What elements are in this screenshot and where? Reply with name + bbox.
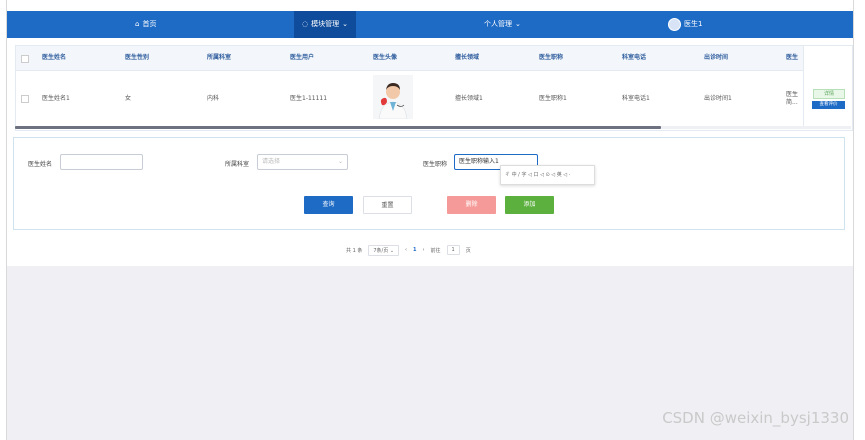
chevron-down-icon: ⌄ xyxy=(389,247,395,254)
dept-select[interactable]: 请选择 ⌄ xyxy=(257,154,348,170)
chevron-down-icon: ⌄ xyxy=(515,20,521,28)
chat-icon: ◌ xyxy=(302,20,309,28)
col-time[interactable]: 出诊时间 xyxy=(704,46,728,70)
nav-home[interactable]: ⌂ 首页 xyxy=(135,11,156,38)
current-page[interactable]: 1 xyxy=(413,247,416,253)
select-all-checkbox[interactable] xyxy=(21,55,29,63)
nav-personal[interactable]: 个人管理 ⌄ xyxy=(484,11,521,38)
horizontal-scrollbar[interactable] xyxy=(15,126,851,129)
goto-label: 前往 xyxy=(430,247,441,254)
title-input-value: 医生职称输入1 xyxy=(459,158,499,165)
cell-name: 医生姓名1 xyxy=(42,95,70,102)
col-dept[interactable]: 所属科室 xyxy=(207,46,231,70)
cell-avatar xyxy=(373,71,417,126)
name-input[interactable] xyxy=(60,154,143,170)
nav-user[interactable]: 医生1 xyxy=(668,11,702,38)
title-label: 医生职称 xyxy=(423,161,448,168)
pagination: 共 1 条 7条/页 ⌄ ‹ 1 › 前往 1 页 xyxy=(346,244,471,256)
top-navbar: ⌂ 首页 ◌ 模块管理 ⌄ 个人管理 ⌄ 医生1 xyxy=(7,11,853,38)
col-title[interactable]: 医生职称 xyxy=(539,46,563,70)
ime-candidates: ㄔ 中 / 字 ◁ 口 ◁ ⊙ ◁ 英 ◁ · xyxy=(505,172,571,178)
pager-total: 共 1 条 xyxy=(346,247,363,254)
name-label: 医生姓名 xyxy=(28,161,53,168)
ime-candidate-bar[interactable]: ㄔ 中 / 字 ◁ 口 ◁ ⊙ ◁ 英 ◁ · xyxy=(500,165,595,185)
user-name: 医生1 xyxy=(684,20,703,28)
col-field[interactable]: 擅长领域 xyxy=(455,46,479,70)
cell-phone: 科室电话1 xyxy=(622,95,650,102)
cell-gender: 女 xyxy=(125,95,132,102)
chevron-down-icon: ⌄ xyxy=(337,158,343,165)
goto-input[interactable]: 1 xyxy=(446,245,460,255)
chevron-down-icon: ⌄ xyxy=(342,20,348,28)
delete-button[interactable]: 删除 xyxy=(447,196,496,214)
page-size-select[interactable]: 7条/页 ⌄ xyxy=(368,244,400,256)
detail-button[interactable]: 详情 xyxy=(813,89,845,99)
page-size-value: 7条/页 xyxy=(373,247,389,254)
next-page-button[interactable]: › xyxy=(423,247,425,253)
table-row: 医生姓名1 女 内科 医生1-11111 擅长领域1 医生职称1 科室电话1 出… xyxy=(16,71,852,126)
doctor-photo xyxy=(373,75,413,119)
dept-select-placeholder: 请选择 xyxy=(262,158,281,165)
watermark: CSDN @weixin_bysj1330 xyxy=(662,409,849,427)
scrollbar-thumb[interactable] xyxy=(15,126,661,129)
cell-title: 医生职称1 xyxy=(539,95,567,102)
table-header: 医生姓名 医生性别 所属科室 医生用户 医生头像 擅长领域 医生职称 科室电话 … xyxy=(16,46,852,71)
view-reviews-button[interactable]: 查看评价 xyxy=(812,101,845,109)
nav-module-manage-label: 模块管理 xyxy=(311,20,340,28)
doctor-table: 医生姓名 医生性别 所属科室 医生用户 医生头像 擅长领域 医生职称 科室电话 … xyxy=(15,45,853,131)
col-user[interactable]: 医生用户 xyxy=(290,46,314,70)
col-gender[interactable]: 医生性别 xyxy=(125,46,149,70)
cell-user: 医生1-11111 xyxy=(290,95,328,102)
dept-label: 所属科室 xyxy=(225,161,250,168)
nav-module-manage[interactable]: ◌ 模块管理 ⌄ xyxy=(294,11,356,38)
page-unit: 页 xyxy=(465,247,471,254)
cell-intro: 医生 简... xyxy=(786,91,799,106)
cell-time: 出诊时间1 xyxy=(704,95,732,102)
home-icon: ⌂ xyxy=(135,20,140,28)
cell-dept: 内科 xyxy=(207,95,220,102)
nav-home-label: 首页 xyxy=(142,20,157,28)
search-panel: 医生姓名 所属科室 请选择 ⌄ 医生职称 医生职称输入1 ㄔ 中 / 字 ◁ 口… xyxy=(13,137,845,230)
col-intro[interactable]: 医生 xyxy=(786,46,798,70)
col-avatar[interactable]: 医生头像 xyxy=(373,46,397,70)
prev-page-button[interactable]: ‹ xyxy=(405,247,407,253)
query-button[interactable]: 查询 xyxy=(304,196,353,214)
nav-personal-label: 个人管理 xyxy=(484,20,512,28)
cell-field: 擅长领域1 xyxy=(455,95,483,102)
reset-button[interactable]: 重置 xyxy=(363,196,412,214)
avatar xyxy=(668,18,681,31)
actions-column: 详情 查看评价 xyxy=(803,46,852,126)
col-phone[interactable]: 科室电话 xyxy=(622,46,646,70)
col-name[interactable]: 医生姓名 xyxy=(42,46,66,70)
row-checkbox[interactable] xyxy=(21,95,29,103)
add-button[interactable]: 添加 xyxy=(505,196,554,214)
app-frame: ⌂ 首页 ◌ 模块管理 ⌄ 个人管理 ⌄ 医生1 医生姓名 医生性别 所属科室 … xyxy=(6,0,854,440)
